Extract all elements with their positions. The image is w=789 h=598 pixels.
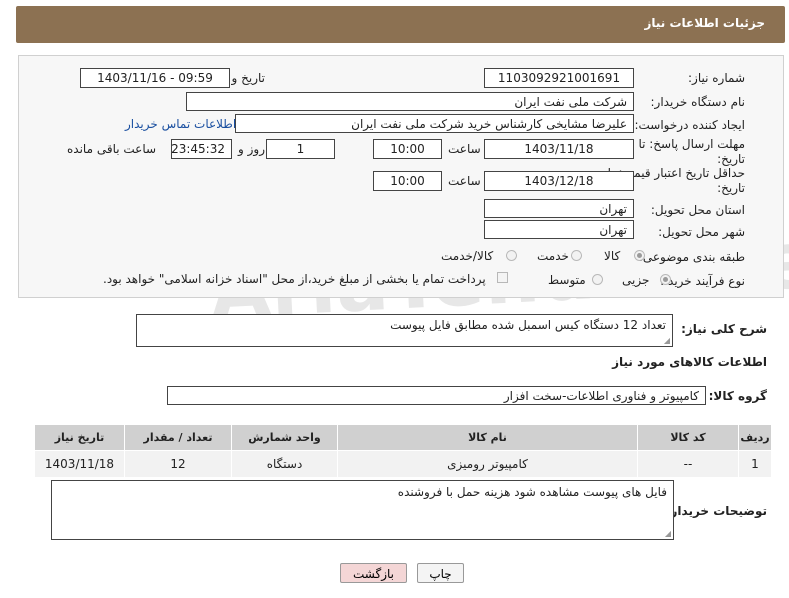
process-option-minor: جزیی	[622, 273, 650, 287]
validity-time-field[interactable]: 10:00	[373, 171, 442, 191]
category-radio-goods-service[interactable]	[506, 250, 517, 261]
resize-grip-icon: ◢	[663, 336, 670, 345]
remaining-label: ساعت باقی مانده	[67, 142, 157, 156]
buyer-notes-text: فایل های پیوست مشاهده شود هزینه حمل با ف…	[397, 485, 667, 499]
cell-quantity: 12	[124, 450, 232, 478]
remaining-time-field[interactable]: 23:45:32	[171, 139, 232, 159]
treasury-payment-note: پرداخت تمام یا بخشی از مبلغ خرید،از محل …	[103, 272, 486, 286]
deadline-date-field[interactable]: 1403/11/18	[484, 139, 634, 159]
col-row-number: ردیف	[738, 424, 772, 451]
goods-group-label: گروه کالا:	[708, 389, 767, 403]
city-label: شهر محل تحویل:	[658, 225, 745, 239]
need-number-field[interactable]: 1103092921001691	[484, 68, 634, 88]
deadline-time-field[interactable]: 10:00	[373, 139, 442, 159]
city-field[interactable]: تهران	[484, 220, 634, 239]
buyer-notes-textarea[interactable]: فایل های پیوست مشاهده شود هزینه حمل با ف…	[51, 480, 674, 540]
goods-table: ردیف کد کالا نام کالا واحد شمارش تعداد /…	[34, 424, 772, 478]
category-radio-goods[interactable]	[634, 250, 645, 261]
province-field[interactable]: تهران	[484, 199, 634, 218]
process-type-label: نوع فرآیند خرید :	[660, 274, 745, 288]
cell-need-date: 1403/11/18	[34, 450, 125, 478]
category-option-goods: کالا	[604, 249, 621, 263]
col-item-code: کد کالا	[637, 424, 739, 451]
creator-label: ایجاد کننده درخواست:	[634, 118, 745, 132]
buyer-org-label: نام دستگاه خریدار:	[650, 95, 746, 109]
cell-item-code: --	[637, 450, 739, 478]
validity-date-field[interactable]: 1403/12/18	[484, 171, 634, 191]
days-remaining-field[interactable]: 1	[266, 139, 335, 159]
table-row[interactable]: 1 -- کامپیوتر رومیزی دستگاه 12 1403/11/1…	[34, 450, 772, 478]
description-text: تعداد 12 دستگاه کیس اسمبل شده مطابق فایل…	[390, 318, 666, 332]
cell-item-name: کامپیوتر رومیزی	[337, 450, 638, 478]
print-button[interactable]: چاپ	[417, 563, 464, 583]
announce-date-field[interactable]: 1403/11/16 - 09:59	[80, 68, 230, 88]
category-radio-service[interactable]	[571, 250, 582, 261]
cell-row-number: 1	[738, 450, 772, 478]
process-radio-minor[interactable]	[660, 274, 671, 285]
days-label: روز و	[238, 142, 265, 156]
goods-group-field[interactable]: کامپیوتر و فناوری اطلاعات-سخت افزار	[167, 386, 706, 405]
buyer-org-field[interactable]: شرکت ملی نفت ایران	[186, 92, 634, 111]
cell-unit: دستگاه	[231, 450, 338, 478]
page-header: جزئیات اطلاعات نیاز	[16, 6, 785, 43]
page-title: جزئیات اطلاعات نیاز	[644, 16, 765, 30]
buyer-contact-link[interactable]: اطلاعات تماس خریدار	[125, 117, 236, 131]
creator-field[interactable]: علیرضا مشایخی کارشناس خرید شرکت ملی نفت …	[235, 114, 634, 133]
category-label: طبقه بندی موضوعی:	[638, 250, 745, 264]
col-quantity: تعداد / مقدار	[124, 424, 232, 451]
buyer-notes-label: توضیحات خریدار:	[665, 504, 767, 518]
province-label: استان محل تحویل:	[650, 203, 745, 217]
table-header-row: ردیف کد کالا نام کالا واحد شمارش تعداد /…	[34, 424, 772, 451]
process-radio-medium[interactable]	[592, 274, 603, 285]
col-item-name: نام کالا	[337, 424, 638, 451]
category-option-service: خدمت	[537, 249, 569, 263]
process-option-medium: متوسط	[548, 273, 586, 287]
treasury-payment-checkbox[interactable]	[497, 272, 508, 283]
col-need-date: تاریخ نیاز	[34, 424, 125, 451]
validity-time-label: ساعت	[448, 174, 481, 188]
deadline-label: مهلت ارسال پاسخ: تا تاریخ:	[638, 137, 745, 166]
back-button[interactable]: بازگشت	[340, 563, 407, 583]
col-unit: واحد شمارش	[231, 424, 338, 451]
description-label: شرح کلی نیاز:	[681, 322, 767, 336]
goods-section-title: اطلاعات کالاهای مورد نیاز	[612, 355, 767, 369]
category-option-goods-service: کالا/خدمت	[441, 249, 494, 263]
description-textarea[interactable]: تعداد 12 دستگاه کیس اسمبل شده مطابق فایل…	[136, 314, 673, 347]
resize-grip-icon: ◢	[664, 529, 671, 538]
deadline-time-label: ساعت	[448, 142, 481, 156]
need-number-label: شماره نیاز:	[688, 71, 745, 85]
